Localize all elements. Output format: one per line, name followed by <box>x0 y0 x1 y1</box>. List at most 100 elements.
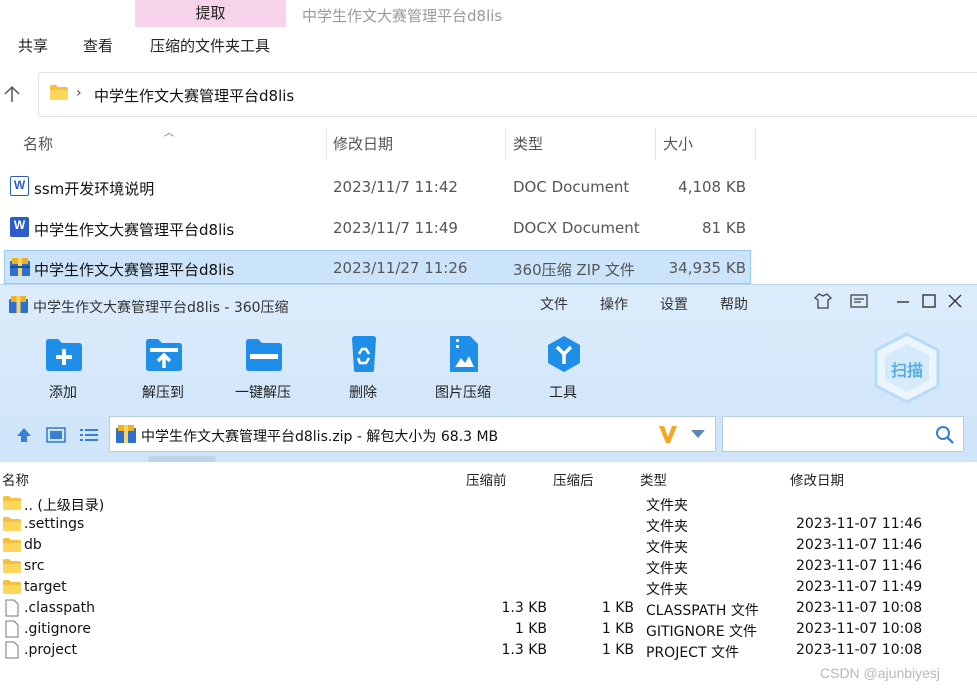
maximize-icon[interactable] <box>920 292 938 310</box>
item-size-after: 1 KB <box>601 621 634 637</box>
list-item[interactable]: .settings 文件夹 2023-11-07 11:46 <box>0 514 977 535</box>
item-name: .classpath <box>24 600 96 616</box>
extract-to-label: 解压到 <box>142 385 184 401</box>
item-size-before: 1.3 KB <box>501 642 548 658</box>
add-label: 添加 <box>49 385 77 401</box>
item-type: GITIGNORE 文件 <box>646 624 758 640</box>
add-button[interactable]: 添加 <box>23 334 103 404</box>
horizontal-scrollbar[interactable] <box>148 456 216 462</box>
column-divider[interactable] <box>755 128 756 160</box>
list-item[interactable]: .gitignore 1 KB 1 KB GITIGNORE 文件 2023-1… <box>0 619 977 640</box>
item-type: 文件夹 <box>646 582 688 598</box>
item-name: .. (上级目录) <box>24 498 105 514</box>
file-name: 中学生作文大赛管理平台d8lis <box>34 261 235 279</box>
zip-archive-icon <box>10 258 30 276</box>
list-item[interactable]: .project 1.3 KB 1 KB PROJECT 文件 2023-11-… <box>0 640 977 661</box>
word-doc-icon: W <box>10 176 29 196</box>
file-type: 360压缩 ZIP 文件 <box>513 261 635 279</box>
item-name: .project <box>24 642 78 658</box>
list-item[interactable]: .classpath 1.3 KB 1 KB CLASSPATH 文件 2023… <box>0 598 977 619</box>
item-size-after: 1 KB <box>601 600 634 616</box>
up-arrow-icon[interactable] <box>3 85 21 103</box>
feedback-icon[interactable] <box>850 292 868 310</box>
archive-path-bar[interactable]: 中学生作文大赛管理平台d8lis.zip - 解包大小为 68.3 MB <box>109 416 716 452</box>
thumbnail-view-icon[interactable] <box>46 427 66 443</box>
delete-button[interactable]: 删除 <box>323 334 403 404</box>
zip-app-icon <box>9 296 28 313</box>
tools-button[interactable]: 工具 <box>523 334 603 404</box>
chevron-down-icon[interactable] <box>691 430 705 438</box>
folder-icon <box>3 580 21 594</box>
column-name[interactable]: 名称 <box>23 128 53 160</box>
list-item[interactable]: src 文件夹 2023-11-07 11:46 <box>0 556 977 577</box>
up-level-icon[interactable] <box>14 425 34 445</box>
item-type: 文件夹 <box>646 519 688 535</box>
tab-share[interactable]: 共享 <box>18 35 48 56</box>
tab-extract[interactable]: 提取 <box>135 0 286 27</box>
tab-view[interactable]: 查看 <box>83 35 113 56</box>
column-divider[interactable] <box>326 128 327 160</box>
extract-to-button[interactable]: 解压到 <box>123 334 203 404</box>
item-type: 文件夹 <box>646 540 688 556</box>
skin-icon[interactable] <box>814 292 832 310</box>
minimize-icon[interactable] <box>894 292 912 310</box>
scan-label: 扫描 <box>890 361 923 380</box>
file-size: 81 KB <box>702 219 746 237</box>
file-size: 34,935 KB <box>668 259 746 277</box>
column-divider[interactable] <box>505 128 506 160</box>
list-item[interactable]: .. (上级目录) 文件夹 <box>0 493 977 514</box>
menu-file[interactable]: 文件 <box>540 294 568 314</box>
list-item[interactable]: db 文件夹 2023-11-07 11:46 <box>0 535 977 556</box>
file-date: 2023/11/7 11:49 <box>333 219 458 237</box>
menu-operation[interactable]: 操作 <box>600 294 628 314</box>
column-type[interactable]: 类型 <box>640 469 667 489</box>
file-type: DOC Document <box>513 178 630 196</box>
tab-compressed-folder-tools[interactable]: 压缩的文件夹工具 <box>150 35 270 56</box>
address-path[interactable]: 中学生作文大赛管理平台d8lis <box>94 85 294 106</box>
file-type: DOCX Document <box>513 219 640 237</box>
list-item[interactable]: target 文件夹 2023-11-07 11:49 <box>0 577 977 598</box>
delete-label: 删除 <box>349 385 377 401</box>
file-date: 2023/11/7 11:42 <box>333 178 458 196</box>
one-click-extract-label: 一键解压 <box>235 385 291 401</box>
watermark: CSDN @ajunbiyesj <box>820 665 941 681</box>
column-type[interactable]: 类型 <box>513 128 543 160</box>
column-divider[interactable] <box>655 128 656 160</box>
image-compress-button[interactable]: 图片压缩 <box>423 334 503 404</box>
column-size-before[interactable]: 压缩前 <box>466 469 507 489</box>
extract-to-icon <box>146 339 182 371</box>
column-modified[interactable]: 修改日期 <box>790 469 844 489</box>
column-name[interactable]: 名称 <box>2 469 29 489</box>
item-name: src <box>24 558 45 574</box>
chevron-right-icon[interactable]: › <box>76 85 82 101</box>
zip-window: 中学生作文大赛管理平台d8lis - 360压缩 文件 操作 设置 帮助 添加 … <box>0 284 977 690</box>
menu-settings[interactable]: 设置 <box>660 294 688 314</box>
item-type: 文件夹 <box>646 561 688 577</box>
folder-icon <box>3 559 21 573</box>
verified-v-icon[interactable] <box>657 423 679 445</box>
folder-icon <box>3 538 21 552</box>
zip-archive-icon <box>116 425 136 443</box>
window-title: 中学生作文大赛管理平台d8lis <box>302 7 503 25</box>
file-row-selected[interactable]: 中学生作文大赛管理平台d8lis 2023/11/27 11:26 360压缩 … <box>4 250 751 284</box>
folder-icon <box>3 496 21 510</box>
file-size: 4,108 KB <box>678 178 746 196</box>
one-click-extract-button[interactable]: 一键解压 <box>223 334 303 404</box>
column-size-after[interactable]: 压缩后 <box>553 469 594 489</box>
file-row[interactable]: W 中学生作文大赛管理平台d8lis 2023/11/7 11:49 DOCX … <box>4 211 751 245</box>
file-date: 2023/11/27 11:26 <box>333 259 468 277</box>
search-input[interactable] <box>722 416 964 452</box>
item-size-after: 1 KB <box>601 642 634 658</box>
column-modified[interactable]: 修改日期 <box>333 128 393 160</box>
item-name: .settings <box>24 516 85 532</box>
search-icon[interactable] <box>935 425 955 445</box>
column-size[interactable]: 大小 <box>663 128 693 160</box>
list-view-icon[interactable] <box>79 427 99 443</box>
close-icon[interactable] <box>946 292 964 310</box>
item-name: target <box>24 579 67 595</box>
file-row[interactable]: W ssm开发环境说明 2023/11/7 11:42 DOC Document… <box>4 170 751 204</box>
menu-help[interactable]: 帮助 <box>720 294 748 314</box>
item-size-before: 1.3 KB <box>501 600 548 616</box>
sort-ascending-icon: ︿ <box>164 128 174 139</box>
folder-icon <box>50 85 68 100</box>
